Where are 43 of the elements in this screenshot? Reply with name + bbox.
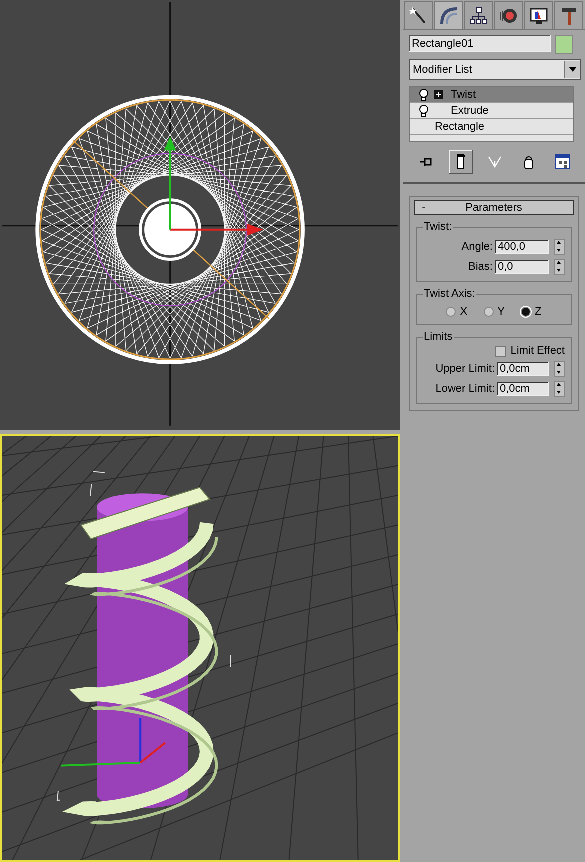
spinner-control[interactable] [554, 259, 565, 275]
modifier-list-dropdown[interactable]: Modifier List [409, 59, 581, 80]
number-field[interactable]: 400,0 [495, 240, 549, 254]
hierarchy-tab[interactable] [464, 1, 493, 29]
bulb-icon [419, 104, 429, 116]
object-name-field[interactable]: Rectangle01 [409, 35, 551, 52]
group-title: Limits [423, 331, 454, 343]
group-title: Twist Axis: [423, 288, 476, 300]
limit-effect-checkbox[interactable]: Limit Effect [423, 345, 565, 357]
number-field[interactable]: 0,0cm [497, 362, 549, 376]
field-label: Upper Limit: [436, 363, 495, 375]
motion-tab[interactable] [494, 1, 523, 29]
display-tab[interactable] [524, 1, 553, 29]
field-label: Bias: [468, 261, 493, 273]
grid-icon [555, 154, 571, 170]
hierarchy-icon [468, 6, 488, 26]
axis-radio[interactable]: Y [484, 306, 505, 318]
monitor-icon [528, 6, 548, 26]
modifier-stack-item[interactable]: Extrude [410, 103, 573, 119]
bulb-icon [419, 88, 429, 100]
fork-icon [487, 154, 503, 170]
spinner-control[interactable] [554, 361, 565, 377]
spinner-control[interactable] [554, 381, 565, 397]
modifier-stack-item[interactable]: Rectangle [410, 119, 573, 135]
utilities-tab[interactable] [554, 1, 583, 29]
caret-icon [568, 67, 576, 72]
field-label: Lower Limit: [436, 383, 495, 395]
number-field[interactable]: 0,0cm [497, 382, 549, 396]
wand-icon [408, 6, 428, 26]
object-color-swatch[interactable] [555, 35, 573, 54]
plus-icon[interactable] [434, 90, 443, 99]
spinner-control[interactable] [554, 239, 565, 255]
parameters-rollout-header[interactable]: - Parameters [414, 200, 574, 215]
modifier-stack-item[interactable]: Twist [410, 87, 573, 103]
axis-radio[interactable]: X [446, 306, 468, 318]
number-field[interactable]: 0,0 [495, 260, 549, 274]
modify-tab[interactable] [434, 1, 463, 29]
create-tab[interactable] [404, 1, 433, 29]
show-end-button[interactable] [449, 150, 473, 174]
field-label: Angle: [462, 241, 493, 253]
axis-radio[interactable]: Z [520, 306, 542, 318]
arc-icon [438, 6, 458, 26]
group-title: Twist: [423, 221, 454, 233]
